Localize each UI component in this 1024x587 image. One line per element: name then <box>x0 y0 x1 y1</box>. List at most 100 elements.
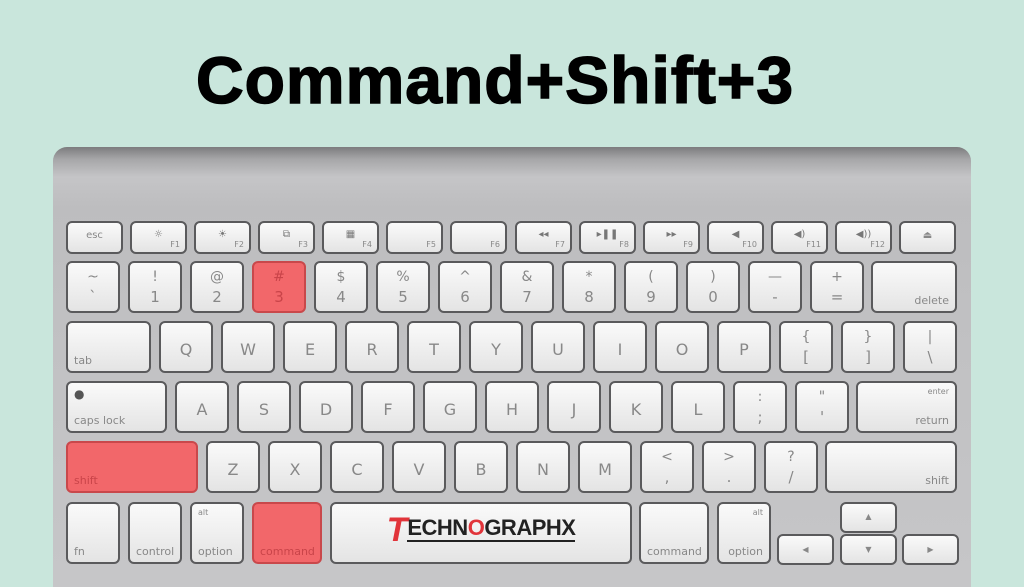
key-m[interactable]: M <box>578 441 632 493</box>
key-q[interactable]: Q <box>159 321 213 373</box>
keyboard: esc ☼ F1 ☀ F2 ⧉ F3 ▦ F4 F5 F6 ◂◂ F7 ▸❚❚ F8 ▸▸ F… <box>53 147 971 587</box>
key-label: T <box>429 340 439 359</box>
key-label: " <box>818 389 826 405</box>
key-num-3[interactable]: #3 <box>252 261 306 313</box>
key-u[interactable]: U <box>531 321 585 373</box>
key-f1[interactable]: ☼ F1 <box>130 221 187 254</box>
key-f3[interactable]: ⧉ F3 <box>258 221 315 254</box>
key-caps-lock[interactable]: ● caps lock <box>66 381 167 433</box>
key-punct-0[interactable]: :; <box>733 381 787 433</box>
key-num-11[interactable]: — - <box>748 261 802 313</box>
key-bracket-2[interactable]: | \ <box>903 321 957 373</box>
key-label: F9 <box>683 240 693 249</box>
key-b[interactable]: B <box>454 441 508 493</box>
key-f2[interactable]: ☀ F2 <box>194 221 251 254</box>
key-num-5[interactable]: % 5 <box>376 261 430 313</box>
key-esc[interactable]: esc <box>66 221 123 254</box>
key-label: option <box>728 545 763 558</box>
key-num-8[interactable]: * 8 <box>562 261 616 313</box>
key-a[interactable]: A <box>175 381 229 433</box>
key-l[interactable]: L <box>671 381 725 433</box>
key-y[interactable]: Y <box>469 321 523 373</box>
key-w[interactable]: W <box>221 321 275 373</box>
key-num-12[interactable]: + = <box>810 261 864 313</box>
key-e[interactable]: E <box>283 321 337 373</box>
key-option-left[interactable]: alt option <box>190 502 244 564</box>
key-f12[interactable]: ◀)) F12 <box>835 221 892 254</box>
key-command-right[interactable]: command <box>639 502 709 564</box>
key-f5[interactable]: F5 <box>386 221 443 254</box>
key-fn[interactable]: fn <box>66 502 120 564</box>
key-label: command <box>647 545 702 558</box>
key-control[interactable]: control <box>128 502 182 564</box>
key-label: F6 <box>490 240 500 249</box>
key-num-2[interactable]: @2 <box>190 261 244 313</box>
key-space[interactable]: TECHNOGRAPHX <box>330 502 632 564</box>
key-label: & <box>521 269 533 285</box>
key-f8[interactable]: ▸❚❚ F8 <box>579 221 636 254</box>
key-num-7[interactable]: & 7 <box>500 261 554 313</box>
key-label: A <box>196 400 208 419</box>
key-punct-z-0[interactable]: <, <box>640 441 694 493</box>
key-num-6[interactable]: ^ 6 <box>438 261 492 313</box>
key-label: option <box>198 545 233 558</box>
key-delete[interactable]: delete <box>871 261 957 313</box>
key-arrow-left[interactable]: ◀ <box>777 534 834 565</box>
key-label: G <box>443 400 457 419</box>
key-punct-z-1[interactable]: >. <box>702 441 756 493</box>
key-o[interactable]: O <box>655 321 709 373</box>
key-shift-right[interactable]: shift <box>825 441 957 493</box>
key-label: < <box>661 449 673 465</box>
key-h[interactable]: H <box>485 381 539 433</box>
key-num-9[interactable]: (9 <box>624 261 678 313</box>
key-bracket-0[interactable]: {[ <box>779 321 833 373</box>
key-f4[interactable]: ▦ F4 <box>322 221 379 254</box>
key-label: R <box>366 340 378 359</box>
key-label: E <box>304 340 316 359</box>
key-arrow-down[interactable]: ▼ <box>840 534 897 565</box>
key-command-left[interactable]: command <box>252 502 322 564</box>
key-num-4[interactable]: $4 <box>314 261 368 313</box>
key-x[interactable]: X <box>268 441 322 493</box>
key-label: S <box>258 400 270 419</box>
key-punct-z-2[interactable]: ? / <box>764 441 818 493</box>
key-j[interactable]: J <box>547 381 601 433</box>
key-arrow-right[interactable]: ▶ <box>902 534 959 565</box>
key-p[interactable]: P <box>717 321 771 373</box>
launchpad-icon: ▦ <box>345 229 356 240</box>
key-z[interactable]: Z <box>206 441 260 493</box>
key-f7[interactable]: ◂◂ F7 <box>515 221 572 254</box>
key-f10[interactable]: ◀ F10 <box>707 221 764 254</box>
key-label: ~ <box>87 269 99 285</box>
key-t[interactable]: T <box>407 321 461 373</box>
key-n[interactable]: N <box>516 441 570 493</box>
key-arrow-up[interactable]: ▲ <box>840 502 897 533</box>
key-num-10[interactable]: ) 0 <box>686 261 740 313</box>
key-r[interactable]: R <box>345 321 399 373</box>
key-f9[interactable]: ▸▸ F9 <box>643 221 700 254</box>
key-eject[interactable]: ⏏ <box>899 221 956 254</box>
key-i[interactable]: I <box>593 321 647 373</box>
key-tab[interactable]: tab <box>66 321 151 373</box>
key-punct-1[interactable]: " ' <box>795 381 849 433</box>
key-label: return <box>915 414 949 427</box>
key-label: @ <box>210 269 224 285</box>
key-num-0[interactable]: ~ ` <box>66 261 120 313</box>
key-f11[interactable]: ◀) F11 <box>771 221 828 254</box>
key-c[interactable]: C <box>330 441 384 493</box>
key-v[interactable]: V <box>392 441 446 493</box>
key-g[interactable]: G <box>423 381 477 433</box>
key-label: Z <box>227 460 239 479</box>
key-shift-left[interactable]: shift <box>66 441 198 493</box>
key-s[interactable]: S <box>237 381 291 433</box>
key-bracket-1[interactable]: }] <box>841 321 895 373</box>
key-option-right[interactable]: alt option <box>717 502 771 564</box>
key-f6[interactable]: F6 <box>450 221 507 254</box>
key-d[interactable]: D <box>299 381 353 433</box>
key-num-1[interactable]: ! 1 <box>128 261 182 313</box>
key-label: D <box>319 400 333 419</box>
key-f[interactable]: F <box>361 381 415 433</box>
key-k[interactable]: K <box>609 381 663 433</box>
rewind-icon: ◂◂ <box>538 229 549 240</box>
key-return[interactable]: enter return <box>856 381 957 433</box>
